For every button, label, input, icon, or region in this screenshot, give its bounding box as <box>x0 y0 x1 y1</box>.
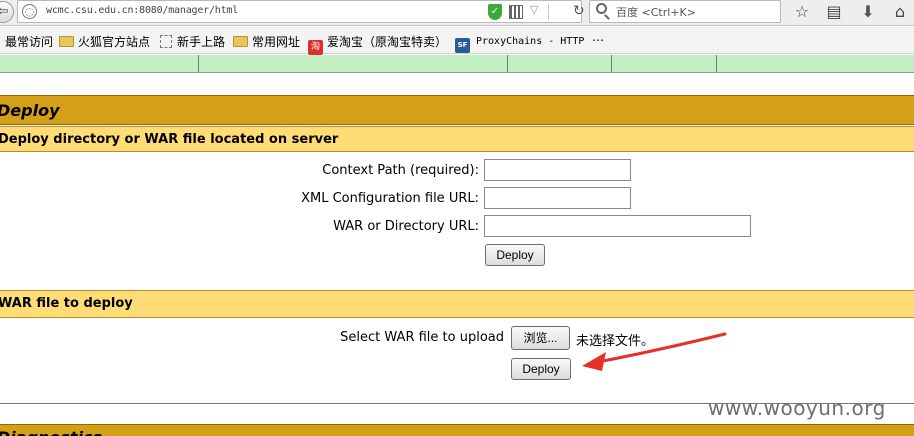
annotation-arrow <box>582 332 727 371</box>
watermark: www.wooyun.org <box>708 396 886 420</box>
